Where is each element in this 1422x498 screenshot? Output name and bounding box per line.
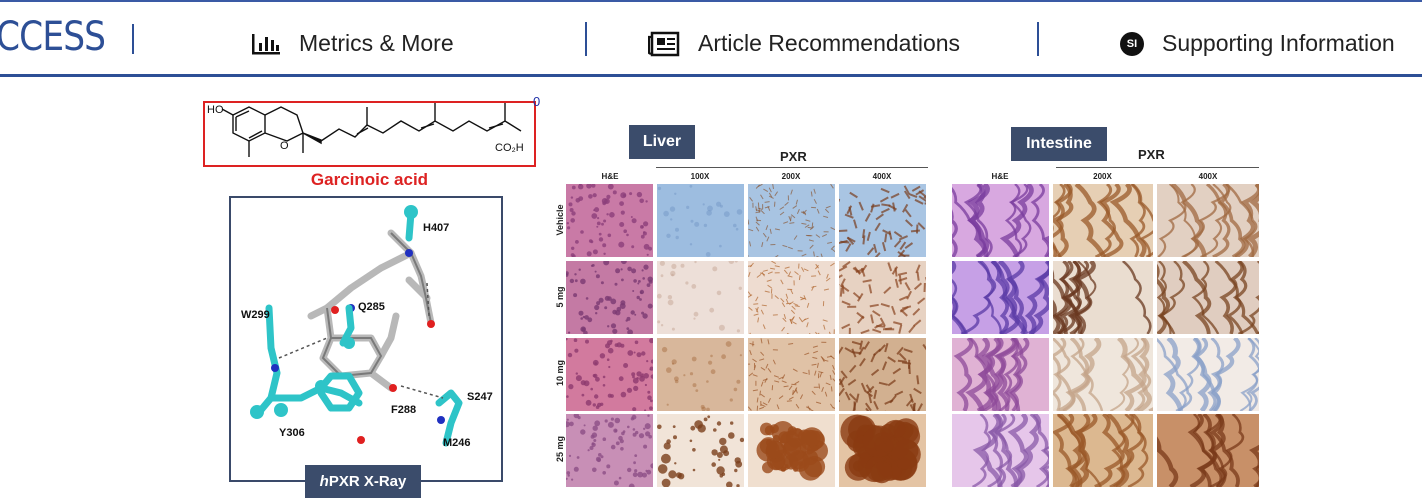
liver-micrograph <box>657 414 744 487</box>
ring-oxygen-label: O <box>280 140 289 152</box>
residue-label: S247 <box>467 391 493 403</box>
residue-label: H407 <box>423 222 449 234</box>
supporting-information-link[interactable]: SI Supporting Information <box>1120 30 1395 57</box>
liver-micrograph <box>748 414 835 487</box>
recommendations-label: Article Recommendations <box>698 30 961 56</box>
intestine-micrograph <box>1053 184 1153 257</box>
dose-row-label: 5 mg <box>555 286 565 308</box>
liver-pxr-label: PXR <box>780 149 807 164</box>
liver-micrograph <box>657 338 744 411</box>
access-divider <box>132 24 134 54</box>
liver-micrograph <box>657 261 744 334</box>
histology-figure: Liver PXR H&E 100X 200X 400X Vehicle 5 m… <box>548 102 1259 498</box>
intestine-micrograph <box>1157 338 1259 411</box>
residue-label: W299 <box>241 309 270 321</box>
nav-separator <box>585 22 587 56</box>
liver-micrograph <box>839 261 926 334</box>
liver-micrograph <box>566 338 653 411</box>
si-badge-icon: SI <box>1120 31 1144 56</box>
residue-label: Q285 <box>358 301 385 313</box>
corner-number: 0 <box>533 94 541 109</box>
metrics-link[interactable]: Metrics & More <box>251 30 454 57</box>
residue-label: Y306 <box>279 427 305 439</box>
hydroxyl-label: HO <box>207 104 224 116</box>
intestine-micrograph <box>1157 184 1259 257</box>
intestine-col-label: H&E <box>991 172 1009 181</box>
intestine-micrograph <box>952 261 1049 334</box>
liver-col-label: 100X <box>690 172 710 181</box>
liver-micrograph <box>657 184 744 257</box>
article-recommendations-link[interactable]: Article Recommendations <box>648 30 960 57</box>
intestine-micrograph <box>1053 414 1153 487</box>
access-label: CCESS <box>0 14 106 60</box>
liver-micrograph <box>748 338 835 411</box>
bar-chart-icon <box>251 32 281 56</box>
xray-structure-panel: H407 Q285 W299 S247 F288 Y306 M246 <box>229 196 503 482</box>
dose-row-label: 25 mg <box>555 436 565 463</box>
metrics-label: Metrics & More <box>299 30 454 56</box>
liver-title: Liver <box>629 125 695 159</box>
liver-micrograph <box>566 184 653 257</box>
intestine-micrograph <box>952 414 1049 487</box>
intestine-micrograph <box>952 338 1049 411</box>
xray-label: h PXR X-Ray <box>305 465 421 498</box>
residue-label: M246 <box>443 437 471 449</box>
dose-row-label: 10 mg <box>555 360 565 387</box>
intestine-micrograph <box>1157 414 1259 487</box>
article-nav-bar: CCESS Metrics & More Article Recommendat… <box>0 0 1422 78</box>
chemical-structure: HO O CO₂H <box>203 101 536 167</box>
nav-bottom-border <box>0 74 1422 77</box>
liver-pxr-underline <box>656 167 928 168</box>
newspaper-icon <box>648 31 680 57</box>
nav-top-border <box>0 0 1422 2</box>
intestine-micrograph <box>1157 261 1259 334</box>
nav-separator <box>1037 22 1039 56</box>
liver-col-label: 400X <box>872 172 892 181</box>
liver-col-label: H&E <box>601 172 619 181</box>
intestine-title: Intestine <box>1011 127 1107 161</box>
intestine-micrograph <box>952 184 1049 257</box>
intestine-pxr-label: PXR <box>1138 147 1165 162</box>
intestine-micrograph <box>1053 338 1153 411</box>
liver-micrograph <box>566 261 653 334</box>
intestine-micrograph <box>1053 261 1153 334</box>
liver-micrograph <box>839 184 926 257</box>
compound-name: Garcinoic acid <box>310 170 429 189</box>
carboxylic-acid-label: CO₂H <box>495 142 524 154</box>
liver-micrograph <box>748 184 835 257</box>
intestine-col-label: 200X <box>1093 172 1112 181</box>
intestine-pxr-underline <box>1056 167 1259 168</box>
intestine-col-label: 400X <box>1198 172 1218 181</box>
residue-label: F288 <box>391 404 416 416</box>
dose-row-label: Vehicle <box>555 204 565 236</box>
liver-micrograph <box>748 261 835 334</box>
supporting-label: Supporting Information <box>1162 30 1395 56</box>
liver-micrograph <box>839 414 926 487</box>
liver-micrograph <box>566 414 653 487</box>
liver-col-label: 200X <box>781 172 801 181</box>
liver-micrograph <box>839 338 926 411</box>
